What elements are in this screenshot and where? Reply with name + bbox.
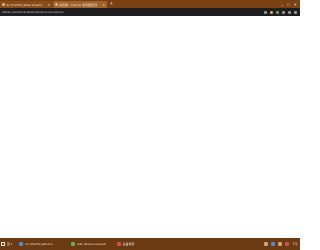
taskbar-item-label: Go (TG/CS) github.io <box>24 242 53 246</box>
toolbar-icons <box>264 10 300 14</box>
close-tab-icon[interactable]: ✕ <box>102 3 105 7</box>
tab-title: Go (TG/CS) github.io/path/... <box>6 2 45 7</box>
extension-icon[interactable] <box>276 10 279 14</box>
start-label: 田 1 <box>7 242 13 246</box>
system-tray: 下午 <box>263 242 299 246</box>
address-toolbar: tabtab.edu/kaizcin/abashiadv/devmemo/adm… <box>0 8 300 16</box>
app-icon <box>18 242 23 246</box>
start-icon[interactable] <box>1 242 5 246</box>
window-controls: – □ ✕ <box>281 1 300 8</box>
minimize-icon[interactable]: – <box>281 1 283 8</box>
taskbar-item[interactable]: 设备搜索 <box>115 239 141 249</box>
profile-icon[interactable] <box>288 10 291 14</box>
taskbar-item-label: trello drive/co.ed.pack <box>76 242 106 246</box>
close-tab-icon[interactable]: ✕ <box>47 3 50 7</box>
tab-strip: Go (TG/CS) github.io/path/... ✕ 浏览器 - Ch… <box>0 0 300 8</box>
taskbar-item[interactable]: Go (TG/CS) github.io <box>17 239 65 249</box>
tray-notification-icon[interactable] <box>284 242 289 246</box>
address-bar[interactable]: tabtab.edu/kaizcin/abashiadv/devmemo/adm… <box>0 10 264 14</box>
maximize-icon[interactable]: □ <box>287 1 289 8</box>
menu-icon[interactable] <box>294 10 297 14</box>
app-icon <box>116 242 121 246</box>
tab-1[interactable]: Go (TG/CS) github.io/path/... ✕ <box>0 1 52 8</box>
app-icon <box>70 242 75 246</box>
tab-2[interactable]: 浏览器 - Chrome 浏览器空间 ✕ <box>53 1 107 8</box>
tab-favicon-icon <box>2 3 5 6</box>
share-icon[interactable] <box>264 10 267 14</box>
tray-app-icon[interactable] <box>263 242 268 246</box>
taskbar-item-label: 设备搜索 <box>122 242 135 246</box>
extensions-puzzle-icon[interactable] <box>282 10 285 14</box>
page-content <box>0 16 300 238</box>
tray-network-icon[interactable] <box>270 242 275 246</box>
close-window-icon[interactable]: ✕ <box>294 1 297 8</box>
tray-volume-icon[interactable] <box>277 242 282 246</box>
new-tab-button[interactable]: + <box>110 1 113 8</box>
tab-favicon-icon <box>55 3 58 6</box>
taskbar: 田 1 Go (TG/CS) github.io trello drive/co… <box>0 238 300 250</box>
clock[interactable]: 下午 <box>292 242 298 246</box>
bookmark-star-icon[interactable] <box>270 10 273 14</box>
taskbar-item[interactable]: trello drive/co.ed.pack <box>69 239 111 249</box>
tab-title: 浏览器 - Chrome 浏览器空间 <box>59 2 98 7</box>
